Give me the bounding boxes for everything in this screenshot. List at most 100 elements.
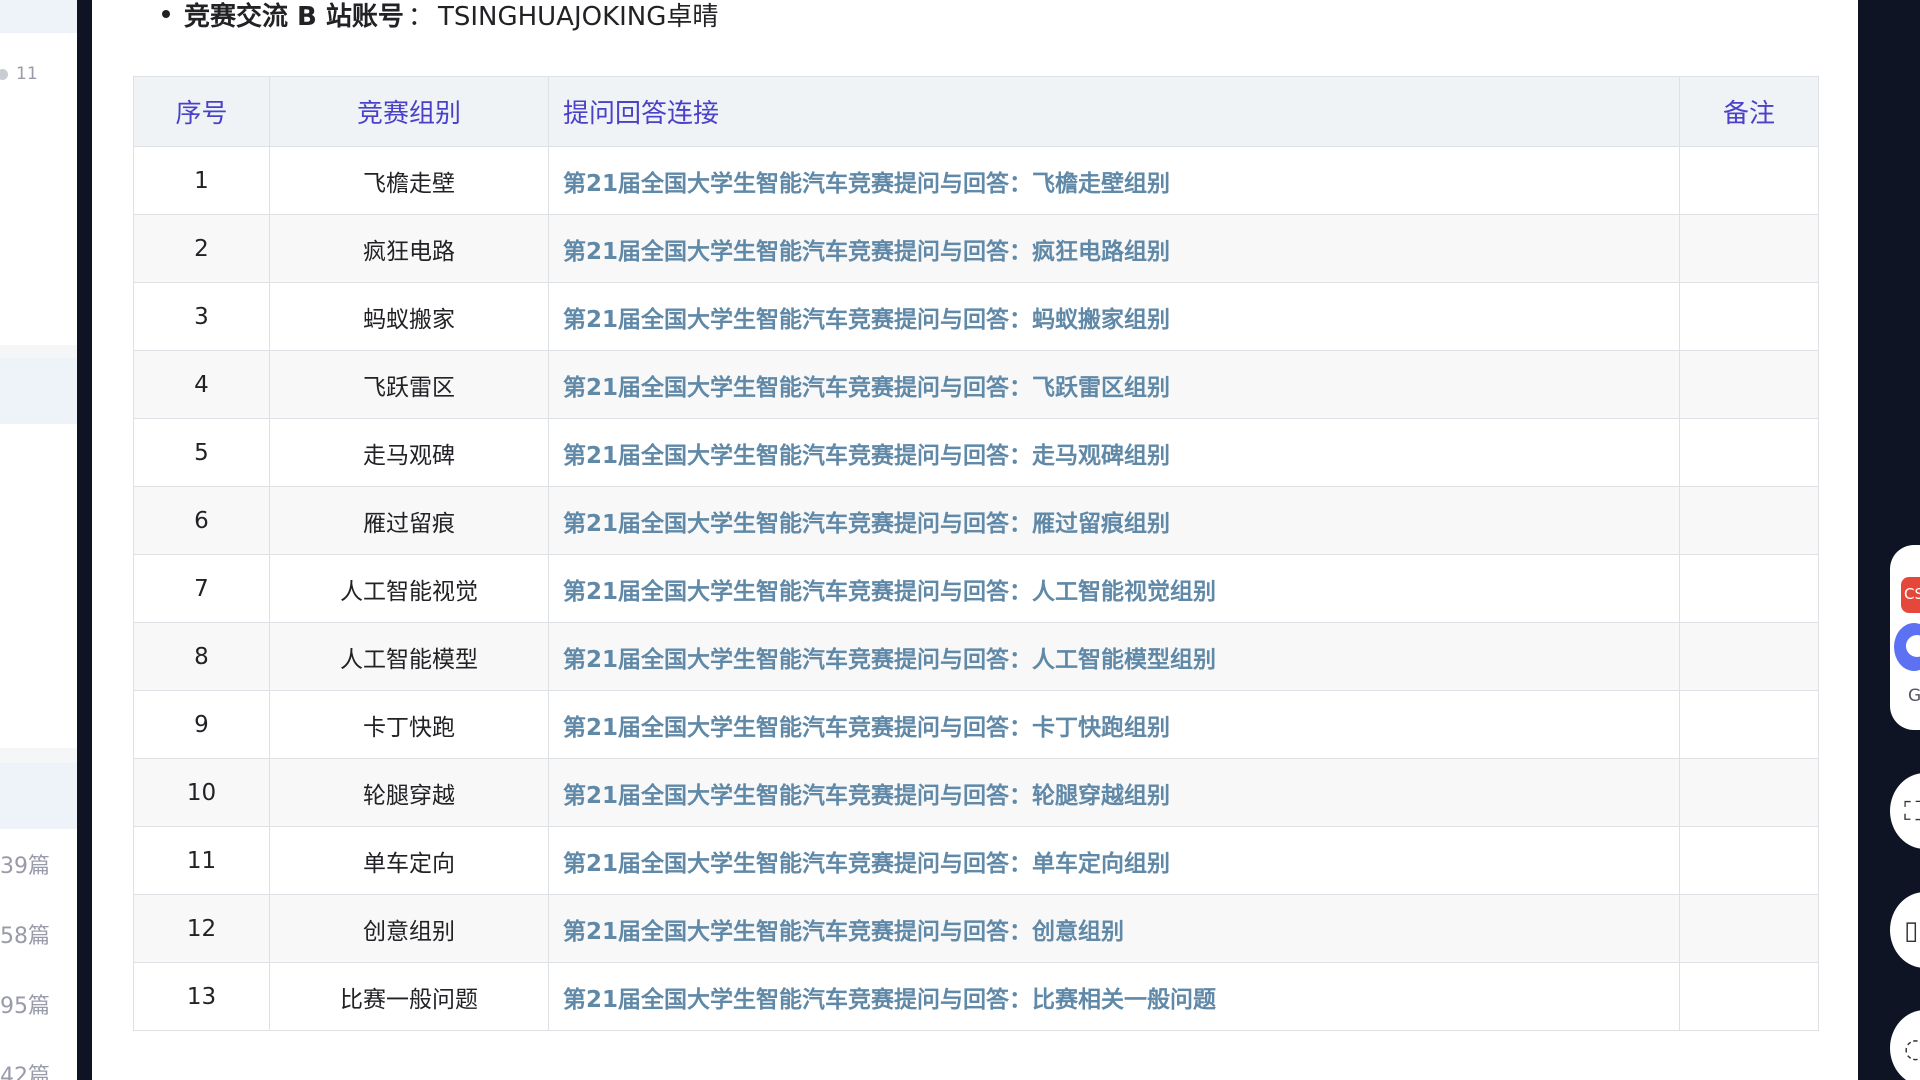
table-row: 12 创意组别 第21届全国大学生智能汽车竞赛提问与回答：创意组别 (133, 894, 1819, 963)
row-link-cell: 第21届全国大学生智能汽车竞赛提问与回答：轮腿穿越组别 (548, 758, 1680, 827)
row-index: 5 (133, 418, 270, 487)
row-index: 7 (133, 554, 270, 623)
row-index: 12 (133, 894, 270, 963)
qa-link[interactable]: 第21届全国大学生智能汽车竞赛提问与回答：飞跃雷区组别 (563, 375, 1170, 401)
row-group: 疯狂电路 (269, 214, 549, 283)
row-index: 11 (133, 826, 270, 895)
table-row: 13 比赛一般问题 第21届全国大学生智能汽车竞赛提问与回答：比赛相关一般问题 (133, 962, 1819, 1031)
row-link-cell: 第21届全国大学生智能汽车竞赛提问与回答：疯狂电路组别 (548, 214, 1680, 283)
sidebar-card-recommend: › (0, 358, 77, 1074)
article-content: 竞赛交流 B 站账号 ： TSINGHUAJOKING卓晴 序号 竞赛组别 提问… (92, 0, 1858, 1080)
row-group: 人工智能视觉 (269, 554, 549, 623)
row-index: 4 (133, 350, 270, 419)
qa-link[interactable]: 第21届全国大学生智能汽车竞赛提问与回答：人工智能模型组别 (563, 647, 1216, 673)
sidebar-card-header (0, 763, 77, 829)
row-group: 雁过留痕 (269, 486, 549, 555)
qa-link[interactable]: 第21届全国大学生智能汽车竞赛提问与回答：疯狂电路组别 (563, 239, 1170, 265)
row-group: 蚂蚁搬家 (269, 282, 549, 351)
comment-icon: ◌ (1904, 1034, 1920, 1064)
category-article-count[interactable]: 42篇 (0, 1058, 50, 1080)
qa-link[interactable]: 第21届全国大学生智能汽车竞赛提问与回答：人工智能视觉组别 (563, 579, 1216, 605)
row-note (1679, 350, 1819, 419)
table-row: 9 卡丁快跑 第21届全国大学生智能汽车竞赛提问与回答：卡丁快跑组别 (133, 690, 1819, 759)
row-link-cell: 第21届全国大学生智能汽车竞赛提问与回答：飞檐走壁组别 (548, 146, 1680, 215)
row-group: 创意组别 (269, 894, 549, 963)
column-header-group: 竞赛组别 (269, 76, 549, 147)
row-link-cell: 第21届全国大学生智能汽车竞赛提问与回答：人工智能模型组别 (548, 622, 1680, 691)
qa-link[interactable]: 第21届全国大学生智能汽车竞赛提问与回答：比赛相关一般问题 (563, 987, 1216, 1013)
screenshot-icon: ⛶ (1904, 797, 1920, 827)
table-row: 4 飞跃雷区 第21届全国大学生智能汽车竞赛提问与回答：飞跃雷区组别 (133, 350, 1819, 419)
row-index: 3 (133, 282, 270, 351)
row-note (1679, 214, 1819, 283)
intro-value: TSINGHUAJOKING卓晴 (437, 1, 719, 32)
qa-link[interactable]: 第21届全国大学生智能汽车竞赛提问与回答：创意组别 (563, 919, 1124, 945)
qa-link[interactable]: 第21届全国大学生智能汽车竞赛提问与回答：雁过留痕组别 (563, 511, 1170, 537)
row-group: 单车定向 (269, 826, 549, 895)
category-article-count[interactable]: 39篇 (0, 848, 50, 880)
table-header-row: 序号 竞赛组别 提问回答连接 备注 (133, 76, 1819, 147)
intro-bullet: 竞赛交流 B 站账号 ： TSINGHUAJOKING卓晴 (162, 0, 718, 32)
row-link-cell: 第21届全国大学生智能汽车竞赛提问与回答：比赛相关一般问题 (548, 962, 1680, 1031)
table-row: 8 人工智能模型 第21届全国大学生智能汽车竞赛提问与回答：人工智能模型组别 (133, 622, 1819, 691)
like-stat[interactable]: 11 (0, 64, 38, 84)
table-row: 1 飞檐走壁 第21届全国大学生智能汽车竞赛提问与回答：飞檐走壁组别 (133, 146, 1819, 215)
intro-separator: ： (407, 1, 434, 32)
row-note (1679, 486, 1819, 555)
row-group: 人工智能模型 (269, 622, 549, 691)
like-icon (0, 68, 8, 80)
table-row: 2 疯狂电路 第21届全国大学生智能汽车竞赛提问与回答：疯狂电路组别 (133, 214, 1819, 283)
bullet-icon (162, 10, 170, 18)
qa-link[interactable]: 第21届全国大学生智能汽车竞赛提问与回答：飞檐走壁组别 (563, 171, 1170, 197)
phone-icon: ▯ (1904, 916, 1919, 946)
row-note (1679, 758, 1819, 827)
row-group: 轮腿穿越 (269, 758, 549, 827)
category-article-count[interactable]: 58篇 (0, 918, 50, 950)
table-row: 5 走马观碑 第21届全国大学生智能汽车竞赛提问与回答：走马观碑组别 (133, 418, 1819, 487)
row-index: 8 (133, 622, 270, 691)
row-link-cell: 第21届全国大学生智能汽车竞赛提问与回答：人工智能视觉组别 (548, 554, 1680, 623)
category-article-count[interactable]: 95篇 (0, 988, 50, 1020)
like-count: 11 (16, 64, 38, 84)
toolbar-g-label: G (1908, 686, 1920, 706)
row-note (1679, 146, 1819, 215)
qa-table: 序号 竞赛组别 提问回答连接 备注 1 飞檐走壁 第21届全国大学生智能汽车竞赛提问… (133, 76, 1819, 1031)
sidebar-card-header (0, 0, 77, 33)
qa-link[interactable]: 第21届全国大学生智能汽车竞赛提问与回答：单车定向组别 (563, 851, 1170, 877)
sidebar-card-header (0, 358, 77, 424)
csdn-badge-icon[interactable]: CS (1901, 577, 1920, 613)
table-row: 7 人工智能视觉 第21届全国大学生智能汽车竞赛提问与回答：人工智能视觉组别 (133, 554, 1819, 623)
row-index: 9 (133, 690, 270, 759)
row-group: 走马观碑 (269, 418, 549, 487)
row-index: 10 (133, 758, 270, 827)
column-header-index: 序号 (133, 76, 270, 147)
row-note (1679, 690, 1819, 759)
qa-link[interactable]: 第21届全国大学生智能汽车竞赛提问与回答：蚂蚁搬家组别 (563, 307, 1170, 333)
row-group: 飞檐走壁 (269, 146, 549, 215)
row-link-cell: 第21届全国大学生智能汽车竞赛提问与回答：卡丁快跑组别 (548, 690, 1680, 759)
row-note (1679, 962, 1819, 1031)
table-row: 6 雁过留痕 第21届全国大学生智能汽车竞赛提问与回答：雁过留痕组别 (133, 486, 1819, 555)
row-group: 比赛一般问题 (269, 962, 549, 1031)
row-group: 飞跃雷区 (269, 350, 549, 419)
row-note (1679, 418, 1819, 487)
row-index: 1 (133, 146, 270, 215)
row-group: 卡丁快跑 (269, 690, 549, 759)
row-index: 6 (133, 486, 270, 555)
row-link-cell: 第21届全国大学生智能汽车竞赛提问与回答：蚂蚁搬家组别 (548, 282, 1680, 351)
row-index: 13 (133, 962, 270, 1031)
left-sidebar: 11 › 39篇 58篇 95篇 42篇 (0, 0, 77, 1080)
column-header-note: 备注 (1679, 76, 1819, 147)
row-note (1679, 622, 1819, 691)
row-note (1679, 826, 1819, 895)
table-row: 3 蚂蚁搬家 第21届全国大学生智能汽车竞赛提问与回答：蚂蚁搬家组别 (133, 282, 1819, 351)
row-link-cell: 第21届全国大学生智能汽车竞赛提问与回答：走马观碑组别 (548, 418, 1680, 487)
column-header-link: 提问回答连接 (548, 76, 1680, 147)
qa-link[interactable]: 第21届全国大学生智能汽车竞赛提问与回答：走马观碑组别 (563, 443, 1170, 469)
row-link-cell: 第21届全国大学生智能汽车竞赛提问与回答：单车定向组别 (548, 826, 1680, 895)
table-row: 11 单车定向 第21届全国大学生智能汽车竞赛提问与回答：单车定向组别 (133, 826, 1819, 895)
qa-link[interactable]: 第21届全国大学生智能汽车竞赛提问与回答：轮腿穿越组别 (563, 783, 1170, 809)
qa-link[interactable]: 第21届全国大学生智能汽车竞赛提问与回答：卡丁快跑组别 (563, 715, 1170, 741)
row-note (1679, 282, 1819, 351)
row-link-cell: 第21届全国大学生智能汽车竞赛提问与回答：飞跃雷区组别 (548, 350, 1680, 419)
